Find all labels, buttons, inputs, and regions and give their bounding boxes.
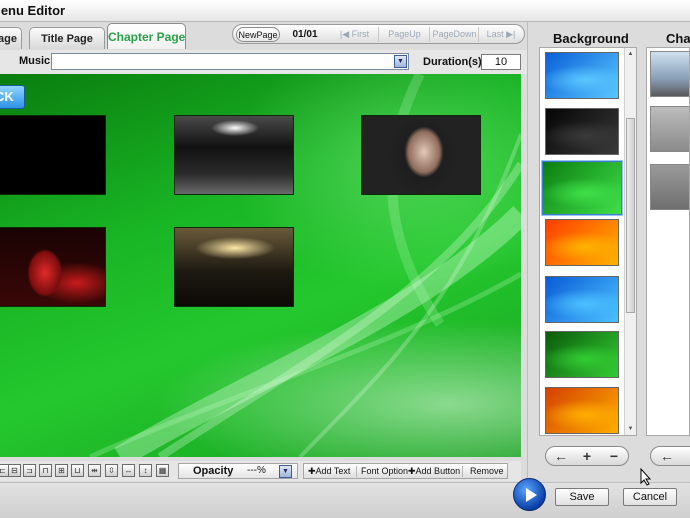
panel-divider [527, 22, 528, 482]
duration-label: Duration(s) [423, 56, 482, 68]
chapter-thumbnail-1[interactable] [0, 115, 106, 195]
align-center-icon[interactable]: ⊟ [8, 464, 21, 477]
background-thumbnail-orange-lines[interactable] [545, 387, 619, 434]
preview-play-button[interactable] [513, 478, 546, 511]
chapter-list-thumbnail[interactable] [650, 106, 689, 152]
music-label: Music [19, 55, 51, 67]
chevron-down-icon[interactable]: ▼ [394, 55, 407, 68]
background-scrollbar[interactable]: ▲ ▼ [624, 48, 636, 435]
background-add-button[interactable]: + [575, 448, 599, 464]
font-option-button[interactable]: Font Option [361, 465, 408, 478]
last-page-button[interactable]: Last ▶| [480, 27, 522, 42]
align-bottom-icon[interactable]: ⊔ [71, 464, 84, 477]
add-text-button[interactable]: ✚Add Text [308, 465, 350, 478]
opacity-control: Opacity ---% ▼ [178, 463, 298, 479]
align-top-icon[interactable]: ⊓ [39, 464, 52, 477]
plus-icon: ✚ [408, 466, 416, 476]
add-text-label: Add Text [315, 466, 351, 476]
new-page-button[interactable]: NewPage [236, 27, 280, 42]
background-thumbnail-blue-wave[interactable] [545, 276, 619, 323]
scrollbar-thumb[interactable] [626, 118, 635, 313]
last-page-label: Last [486, 29, 504, 39]
distribute-vertical-icon[interactable]: ⇳ [105, 464, 118, 477]
chapter-thumbnail-2[interactable] [174, 115, 294, 195]
chapter-list[interactable] [646, 47, 690, 436]
tab-title-page[interactable]: Title Page [29, 27, 105, 49]
scroll-up-icon[interactable]: ▲ [626, 49, 635, 59]
add-button-button[interactable]: ✚Add Button [408, 465, 460, 478]
first-page-button[interactable]: |◀ First [331, 27, 379, 42]
chapter-panel-title: Cha [666, 31, 690, 46]
same-height-icon[interactable]: ↕ [139, 464, 152, 477]
first-page-icon: |◀ [339, 29, 352, 39]
background-thumbnail-dark-smoke[interactable] [545, 108, 619, 155]
chapter-thumbnail-3[interactable] [361, 115, 481, 195]
window-title: Menu Editor [0, 3, 66, 18]
tab-page[interactable]: Page [0, 27, 22, 49]
add-button-label: Add Button [415, 466, 461, 476]
background-thumbnail-orange-wave[interactable] [545, 219, 619, 266]
background-panel-title: Background [553, 31, 629, 46]
title-bar: Menu Editor [0, 0, 690, 22]
chapter-thumbnail-4[interactable] [0, 227, 106, 307]
background-controls: ← + − [545, 446, 629, 466]
tab-title-page-label: Title Page [41, 33, 93, 45]
align-middle-icon[interactable]: ⊞ [55, 464, 68, 477]
page-down-button[interactable]: PageDown [431, 27, 479, 42]
save-button[interactable]: Save [555, 488, 609, 506]
remove-button[interactable]: Remove [470, 465, 504, 478]
chapter-prev-button[interactable]: ← [655, 448, 679, 464]
opacity-value: ---% [247, 465, 266, 476]
scroll-down-icon[interactable]: ▼ [626, 424, 635, 434]
duration-input[interactable]: 10 [481, 54, 521, 70]
tab-page-label: Page [0, 33, 17, 45]
last-page-icon: ▶| [503, 29, 516, 39]
action-buttons: ✚Add Text Font Option ✚Add Button Remove [303, 463, 508, 479]
page-up-button[interactable]: PageUp [380, 27, 430, 42]
music-select[interactable]: ▼ [51, 53, 409, 70]
cancel-button[interactable]: Cancel [623, 488, 677, 506]
first-page-label: First [351, 29, 370, 39]
background-prev-button[interactable]: ← [549, 448, 573, 464]
divider [462, 466, 463, 477]
chapter-list-thumbnail[interactable] [650, 51, 689, 97]
page-navigation: NewPage 01/01 |◀ First PageUp PageDown L… [232, 24, 525, 44]
back-button[interactable]: CK [0, 85, 25, 109]
chapter-thumbnail-5[interactable] [174, 227, 294, 307]
grid-icon[interactable]: ▦ [156, 464, 169, 477]
chapter-controls: ← [650, 446, 690, 466]
background-remove-button[interactable]: − [602, 448, 626, 464]
menu-canvas[interactable]: CK [0, 74, 521, 457]
distribute-horizontal-icon[interactable]: ⇹ [88, 464, 101, 477]
opacity-dropdown-icon[interactable]: ▼ [279, 465, 292, 478]
chapter-list-thumbnail[interactable] [650, 164, 689, 210]
plus-icon: ✚ [308, 466, 316, 476]
play-icon [526, 488, 537, 502]
background-thumbnail-green-lines[interactable] [545, 331, 619, 378]
opacity-label: Opacity [193, 465, 234, 477]
background-thumbnail-green-wave[interactable] [542, 161, 622, 215]
divider [356, 466, 357, 477]
tab-chapter-page-label: Chapter Page [108, 30, 186, 44]
background-list[interactable] [539, 47, 637, 436]
same-width-icon[interactable]: ↔ [122, 464, 135, 477]
background-thumbnail-blue-light[interactable] [545, 52, 619, 99]
tab-chapter-page[interactable]: Chapter Page [107, 23, 186, 49]
page-counter: 01/01 [292, 29, 318, 40]
align-right-icon[interactable]: ⊐ [23, 464, 36, 477]
mouse-cursor-icon [640, 468, 652, 486]
